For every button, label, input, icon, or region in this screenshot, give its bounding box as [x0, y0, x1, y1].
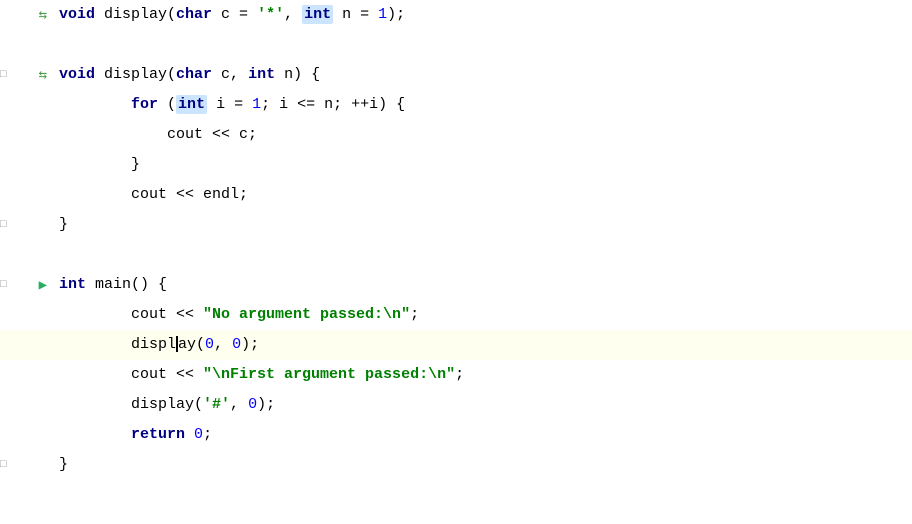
- num-token: 0: [194, 426, 203, 443]
- num-token: 0: [205, 336, 214, 353]
- fold-icon[interactable]: □: [0, 69, 7, 81]
- code-content: display(0, 0);: [55, 330, 912, 360]
- plain-token: ,: [214, 336, 232, 353]
- gutter: ▶□: [0, 277, 55, 294]
- fold-icon[interactable]: □: [0, 219, 7, 231]
- empty-line: [0, 30, 912, 60]
- code-line: cout << endl;: [0, 180, 912, 210]
- code-content: void display(char c = '*', int n = 1);: [55, 0, 912, 30]
- code-line: display(0, 0);: [0, 330, 912, 360]
- code-content: }: [55, 150, 912, 180]
- kw-token: int: [59, 276, 86, 293]
- plain-token: (: [158, 96, 176, 113]
- code-content: cout << "\nFirst argument passed:\n";: [55, 360, 912, 390]
- plain-token: main() {: [86, 276, 167, 293]
- num-token: 1: [378, 6, 387, 23]
- str-token: "\nFirst argument passed:\n": [203, 366, 455, 383]
- plain-token: i =: [207, 96, 252, 113]
- code-line: for (int i = 1; i <= n; ++i) {: [0, 90, 912, 120]
- code-content: void display(char c, int n) {: [55, 60, 912, 90]
- hl-kw-token: int: [176, 95, 207, 114]
- code-content: }: [55, 210, 912, 240]
- run-arrow-icon[interactable]: ▶: [39, 277, 47, 294]
- code-line: □}: [0, 450, 912, 480]
- plain-token: display(: [59, 396, 203, 413]
- str-token: '*': [257, 6, 284, 23]
- num-token: 1: [252, 96, 261, 113]
- plain-token: cout << c;: [59, 126, 257, 143]
- fold-icon[interactable]: □: [0, 459, 7, 471]
- plain-token: cout <<: [59, 366, 203, 383]
- kw-token: void: [59, 66, 95, 83]
- swap-icon[interactable]: ⇆: [39, 7, 47, 24]
- code-line: display('#', 0);: [0, 390, 912, 420]
- swap-icon[interactable]: ⇆: [39, 67, 47, 84]
- kw-token: return: [131, 426, 185, 443]
- plain-token: ,: [230, 396, 248, 413]
- plain-token: ay(: [178, 336, 205, 353]
- num-token: 0: [248, 396, 257, 413]
- code-line: ⇆□void display(char c, int n) {: [0, 60, 912, 90]
- code-line: cout << "\nFirst argument passed:\n";: [0, 360, 912, 390]
- plain-token: cout << endl;: [59, 186, 248, 203]
- kw-token: char: [176, 6, 212, 23]
- code-line: }: [0, 150, 912, 180]
- str-token: "No argument passed:\n": [203, 306, 410, 323]
- plain-token: );: [387, 6, 405, 23]
- empty-line: [0, 480, 912, 510]
- plain-token: ; i <= n; ++i) {: [261, 96, 405, 113]
- plain-token: }: [59, 456, 68, 473]
- gutter: ⇆: [0, 7, 55, 24]
- code-line: cout << c;: [0, 120, 912, 150]
- kw-token: void: [59, 6, 95, 23]
- code-content: for (int i = 1; i <= n; ++i) {: [55, 90, 912, 120]
- plain-token: }: [59, 156, 140, 173]
- plain-token: n) {: [275, 66, 320, 83]
- plain-token: displ: [59, 336, 176, 353]
- plain-token: }: [59, 216, 68, 233]
- code-content: int main() {: [55, 270, 912, 300]
- code-line: return 0;: [0, 420, 912, 450]
- plain-token: [59, 426, 131, 443]
- gutter: ⇆□: [0, 67, 55, 84]
- plain-token: ;: [203, 426, 212, 443]
- code-content: display('#', 0);: [55, 390, 912, 420]
- code-content: cout << c;: [55, 120, 912, 150]
- plain-token: );: [241, 336, 259, 353]
- empty-line: [0, 240, 912, 270]
- num-token: 0: [232, 336, 241, 353]
- code-line: cout << "No argument passed:\n";: [0, 300, 912, 330]
- hl-kw-token: int: [302, 5, 333, 24]
- plain-token: ;: [410, 306, 419, 323]
- plain-token: display(: [95, 66, 176, 83]
- code-editor: ⇆void display(char c = '*', int n = 1);⇆…: [0, 0, 912, 524]
- plain-token: cout <<: [59, 306, 203, 323]
- code-content: cout << "No argument passed:\n";: [55, 300, 912, 330]
- plain-token: ,: [284, 6, 302, 23]
- kw-token: char: [176, 66, 212, 83]
- fold-icon[interactable]: □: [0, 279, 7, 291]
- code-content: }: [55, 450, 912, 480]
- code-content: cout << endl;: [55, 180, 912, 210]
- kw-token: int: [248, 66, 275, 83]
- plain-token: n =: [333, 6, 378, 23]
- plain-token: c,: [212, 66, 248, 83]
- plain-token: c =: [212, 6, 257, 23]
- plain-token: [59, 96, 131, 113]
- code-content: return 0;: [55, 420, 912, 450]
- plain-token: );: [257, 396, 275, 413]
- plain-token: display(: [95, 6, 176, 23]
- code-line: □}: [0, 210, 912, 240]
- plain-token: ;: [455, 366, 464, 383]
- kw-token: for: [131, 96, 158, 113]
- code-line: ▶□int main() {: [0, 270, 912, 300]
- code-line: ⇆ void display(char c = '*', int n = 1);: [0, 0, 912, 30]
- str-token: '#': [203, 396, 230, 413]
- plain-token: [185, 426, 194, 443]
